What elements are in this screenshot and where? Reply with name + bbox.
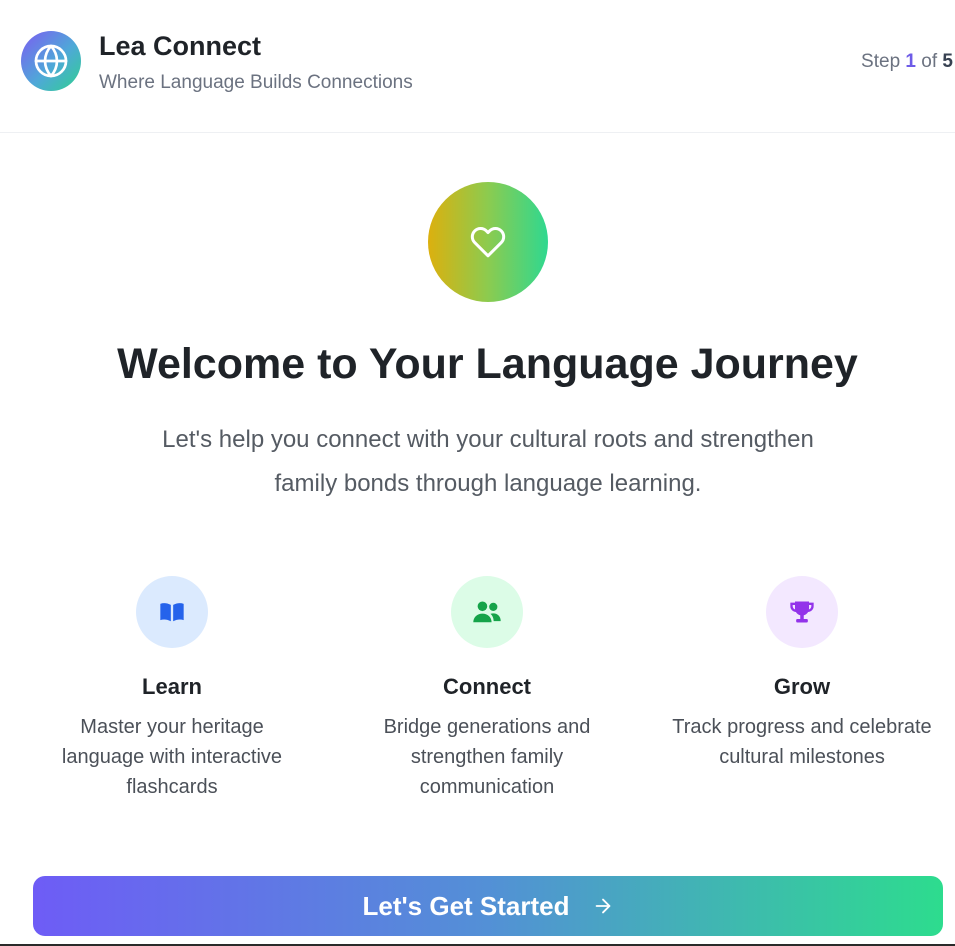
trophy-icon bbox=[790, 601, 814, 623]
feature-grow-icon-circle bbox=[766, 576, 838, 648]
step-separator: of bbox=[921, 51, 938, 72]
app-title: Lea Connect bbox=[99, 31, 262, 61]
get-started-label: Let's Get Started bbox=[362, 890, 570, 921]
hero-icon-circle bbox=[428, 182, 548, 302]
feature-connect: Connect Bridge generations and strengthe… bbox=[352, 576, 622, 802]
step-total: 5 bbox=[942, 51, 953, 72]
welcome-title: Welcome to Your Language Journey bbox=[117, 340, 858, 388]
app-logo bbox=[21, 31, 81, 91]
step-prefix: Step bbox=[861, 51, 901, 72]
feature-grow-description: Track progress and celebrate cultural mi… bbox=[672, 716, 932, 768]
feature-connect-icon-circle bbox=[451, 576, 523, 648]
welcome-intro: Let's help you connect with your cultura… bbox=[162, 426, 814, 497]
arrow-right-icon bbox=[595, 898, 610, 914]
get-started-button[interactable]: Let's Get Started bbox=[33, 876, 943, 936]
app-header: Lea Connect Where Language Builds Connec… bbox=[0, 0, 955, 133]
feature-learn-icon-circle bbox=[136, 576, 208, 648]
step-current: 1 bbox=[905, 51, 916, 72]
feature-learn: Learn Master your heritage language with… bbox=[37, 576, 307, 802]
feature-connect-title: Connect bbox=[443, 674, 531, 699]
globe-icon bbox=[34, 44, 68, 78]
feature-learn-title: Learn bbox=[142, 674, 202, 699]
heart-icon bbox=[470, 227, 506, 258]
step-indicator: Step 1 of 5 bbox=[861, 51, 953, 73]
feature-grow-title: Grow bbox=[773, 674, 831, 699]
feature-learn-description: Master your heritage language with inter… bbox=[61, 716, 283, 798]
feature-grow: Grow Track progress and celebrate cultur… bbox=[667, 576, 937, 772]
app-subtitle: Where Language Builds Connections bbox=[99, 72, 413, 93]
users-icon bbox=[473, 601, 501, 623]
feature-connect-description: Bridge generations and strengthen family… bbox=[383, 716, 591, 798]
book-icon bbox=[160, 603, 184, 622]
